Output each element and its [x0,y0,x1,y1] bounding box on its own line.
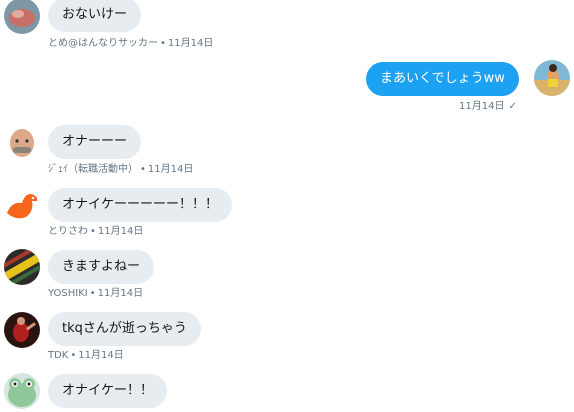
timestamp: 11月14日 [97,226,144,237]
meta-separator: • [70,350,77,361]
message-text: オナイケー！！ [62,383,154,398]
photo-avatar-icon [4,125,40,161]
photo-avatar-icon [534,60,570,96]
message-bubble[interactable]: オナイケーーーーー！！！ [48,188,233,222]
dm-conversation: おないけー とめ@はんなりサッカー • 11月14日 まあいくでしょうww 11月1… [0,0,574,412]
message-meta: とめ@はんなりサッカー • 11月14日 [48,38,213,50]
avatar-tome[interactable] [4,0,40,34]
message-bubble[interactable]: オナイケー！！ [48,374,168,408]
timestamp: 11月14日 [459,101,505,112]
sender-name[interactable]: とりさわ [48,226,88,237]
sender-name[interactable]: ｼﾞｪｲ（転職活動中） [48,164,138,175]
message-text: tkqさんが逝っちゃう [62,321,187,336]
message-text: まあいくでしょうww [380,71,505,86]
message-text: オナーーー [62,134,128,149]
message-bubble[interactable]: まあいくでしょうww [366,62,519,96]
timestamp: 11月14日 [147,164,194,175]
avatar-self[interactable] [534,60,570,96]
message-bubble[interactable]: きますよねー [48,250,155,284]
photo-avatar-icon [4,249,40,285]
message-bubble[interactable]: tkqさんが逝っちゃう [48,312,201,346]
sender-name[interactable]: YOSHIKI [48,288,88,299]
meta-separator: • [160,38,166,49]
message-meta: とりさわ • 11月14日 [48,226,143,238]
message-meta: YOSHIKI • 11月14日 [48,288,143,300]
message-meta: 11月14日 ✓ [459,101,517,113]
message-bubble[interactable]: オナーーー [48,125,142,159]
meta-separator: • [90,226,96,237]
avatar-yoshiki[interactable] [4,249,40,285]
meta-separator: • [140,164,146,175]
meta-separator: • [89,288,96,299]
avatar-tdk[interactable] [4,312,40,348]
avatar-jei[interactable] [4,125,40,161]
timestamp: 11月14日 [78,350,124,361]
message-meta: ｼﾞｪｲ（転職活動中） • 11月14日 [48,164,193,176]
sender-name[interactable]: TDK [48,350,68,361]
photo-avatar-icon [4,373,40,409]
message-text: きますよねー [62,259,141,274]
timestamp: 11月14日 [167,38,214,49]
avatar-torisawa[interactable] [4,187,40,223]
message-bubble[interactable]: おないけー [48,0,142,32]
photo-avatar-icon [4,0,40,34]
message-meta: TDK • 11月14日 [48,350,124,362]
timestamp: 11月14日 [97,288,144,299]
bird-icon [4,187,40,223]
sender-name[interactable]: とめ@はんなりサッカー [48,38,158,49]
checkmark-icon: ✓ [508,101,517,112]
photo-avatar-icon [4,312,40,348]
message-text: オナイケーーーーー！！！ [62,197,219,212]
message-text: おないけー [62,7,128,22]
avatar-frog[interactable] [4,373,40,409]
